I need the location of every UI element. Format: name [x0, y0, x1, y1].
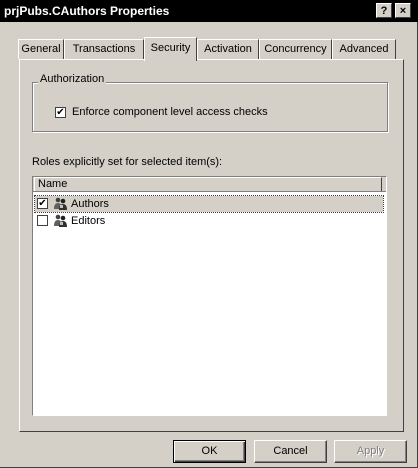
- roles-caption: Roles explicitly set for selected item(s…: [32, 156, 223, 168]
- apply-button[interactable]: Apply: [334, 440, 407, 463]
- ok-button[interactable]: OK: [173, 440, 246, 463]
- ok-button-label: OK: [201, 445, 218, 457]
- role-checkbox-editors[interactable]: [37, 215, 48, 226]
- tab-activation[interactable]: Activation: [197, 39, 259, 59]
- help-icon: ?: [380, 5, 388, 17]
- tab-transactions[interactable]: Transactions: [64, 39, 144, 59]
- tab-security[interactable]: Security: [144, 37, 197, 61]
- close-icon: ×: [399, 5, 407, 17]
- tab-advanced[interactable]: Advanced: [332, 39, 396, 59]
- tab-label: Activation: [204, 43, 252, 55]
- authorization-group-label: Authorization: [38, 73, 107, 85]
- column-header-name[interactable]: Name: [34, 177, 382, 191]
- list-item-editors[interactable]: Editors: [35, 213, 155, 229]
- role-name-authors: Authors: [71, 198, 109, 210]
- tab-label: Concurrency: [264, 43, 327, 55]
- role-name-editors: Editors: [71, 215, 106, 227]
- role-icon: [54, 197, 67, 210]
- listview-header: Name: [33, 177, 386, 192]
- title-bar[interactable]: prjPubs.CAuthors Properties ? ×: [0, 0, 418, 22]
- help-button[interactable]: ?: [376, 3, 392, 18]
- role-checkbox-authors[interactable]: ✔: [37, 198, 48, 209]
- checkmark-icon: ✔: [56, 107, 65, 118]
- list-item-authors[interactable]: ✔ Authors: [34, 195, 384, 213]
- role-icon: [54, 214, 67, 227]
- tab-label: Transactions: [72, 43, 136, 55]
- tab-concurrency[interactable]: Concurrency: [259, 39, 332, 59]
- cancel-button[interactable]: Cancel: [254, 440, 327, 463]
- properties-dialog: prjPubs.CAuthors Properties ? × General …: [0, 0, 418, 468]
- roles-listview[interactable]: Name ✔ Authors Editors: [32, 176, 387, 416]
- window-title: prjPubs.CAuthors Properties: [4, 4, 170, 18]
- tab-label: Security: [150, 42, 191, 54]
- close-button[interactable]: ×: [395, 3, 411, 18]
- enforce-checks-checkbox[interactable]: ✔: [55, 107, 66, 118]
- enforce-checks-label[interactable]: Enforce component level access checks: [72, 106, 268, 118]
- tab-label: Advanced: [339, 43, 389, 55]
- column-header-label: Name: [38, 178, 68, 190]
- apply-button-label: Apply: [356, 445, 385, 457]
- checkmark-icon: ✔: [38, 198, 47, 209]
- cancel-button-label: Cancel: [273, 445, 308, 457]
- tab-label: General: [21, 43, 61, 55]
- tab-general[interactable]: General: [18, 39, 64, 59]
